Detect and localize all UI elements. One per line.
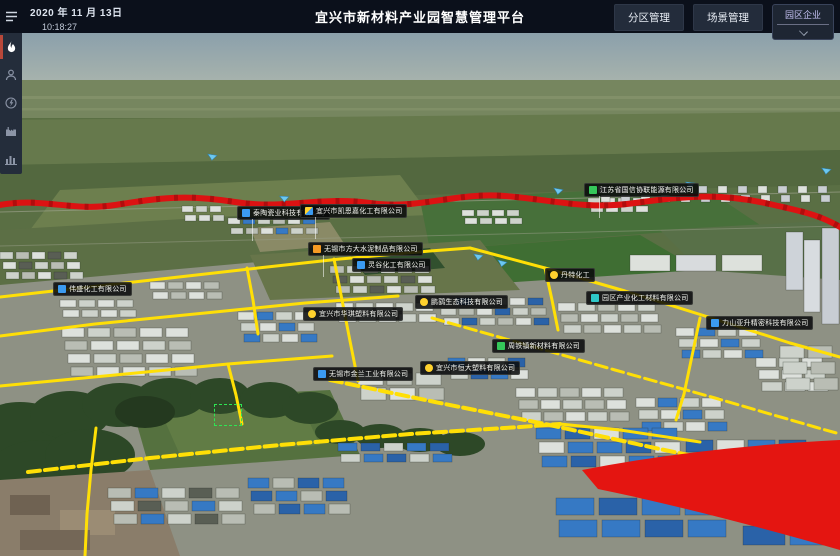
company-label-text: 宜兴市凯恩嘉化工有限公司 (316, 208, 402, 215)
person-icon (5, 69, 17, 81)
factory-marker-icon (711, 319, 719, 327)
current-date: 2020 年 11 月 13日 (30, 4, 123, 19)
hamburger-menu-button[interactable] (0, 0, 22, 33)
factory-marker-icon (497, 342, 505, 350)
selection-box (214, 404, 242, 426)
company-label[interactable]: 园区产业化工材料有限公司 (586, 291, 693, 305)
zone-management-button[interactable]: 分区管理 (614, 4, 684, 31)
company-label[interactable]: 灵谷化工有限公司 (352, 258, 431, 272)
current-time: 10:18:27 (42, 22, 123, 32)
flame-icon (6, 41, 17, 54)
enterprise-dropdown-label: 园区企业 (777, 8, 829, 25)
chevron-down-icon (799, 27, 808, 36)
factory-marker-icon (591, 294, 599, 302)
hamburger-menu-icon (5, 11, 18, 22)
header-actions: 分区管理 场景管理 园区企业 (614, 4, 834, 40)
company-label[interactable]: 宜兴市凯恩嘉化工有限公司 (300, 204, 407, 218)
factory-marker-icon (589, 186, 597, 194)
company-label-text: 伟盛化工有限公司 (69, 286, 127, 293)
company-label-text: 鹏鹞生态科技有限公司 (431, 299, 503, 306)
company-label[interactable]: 宜兴市恒大塑料有限公司 (420, 361, 520, 375)
factory-marker-icon (425, 364, 433, 372)
factory-marker-icon (242, 209, 250, 217)
company-label[interactable]: 鹏鹞生态科技有限公司 (415, 295, 508, 309)
company-label-text: 无锡市金兰工业有限公司 (329, 371, 408, 378)
company-label[interactable]: 宜兴市华琪塑料有限公司 (303, 307, 403, 321)
sidebar-item-fire[interactable] (0, 33, 22, 61)
company-label[interactable]: 周铁镇新材料有限公司 (492, 339, 585, 353)
company-label[interactable]: 伟盛化工有限公司 (53, 282, 132, 296)
bar-chart-icon (5, 153, 17, 165)
enterprise-dropdown[interactable]: 园区企业 (772, 4, 834, 40)
scene-management-button[interactable]: 场景管理 (693, 4, 763, 31)
company-label[interactable]: 江苏省国信协联能源有限公司 (584, 183, 699, 197)
company-label[interactable]: 力山亚升精密科技有限公司 (706, 316, 813, 330)
app-window: 2020 年 11 月 13日 10:18:27 宜兴市新材料产业园智慧管理平台… (0, 0, 840, 556)
company-label-text: 无锡市方大水泥制品有限公司 (324, 246, 418, 253)
sidebar-item-factory[interactable] (0, 117, 22, 145)
company-label-text: 力山亚升精密科技有限公司 (722, 320, 808, 327)
sidebar-item-person[interactable] (0, 61, 22, 89)
datetime-block: 2020 年 11 月 13日 10:18:27 (30, 4, 123, 32)
factory-marker-icon (58, 285, 66, 293)
left-toolbar (0, 0, 22, 174)
company-label-text: 周铁镇新材料有限公司 (508, 343, 580, 350)
factory-marker-icon (550, 271, 558, 279)
company-label[interactable]: 无锡市金兰工业有限公司 (313, 367, 413, 381)
company-label-text: 江苏省国信协联能源有限公司 (600, 187, 694, 194)
company-label-text: 丹特化工 (561, 272, 590, 279)
company-label-text: 园区产业化工材料有限公司 (602, 295, 688, 302)
factory-marker-icon (313, 245, 321, 253)
factory-icon (5, 125, 17, 137)
factory-marker-icon (308, 310, 316, 318)
energy-icon (5, 97, 17, 109)
company-label-text: 宜兴市华琪塑料有限公司 (319, 311, 398, 318)
company-label-text: 灵谷化工有限公司 (368, 262, 426, 269)
company-label[interactable]: 无锡市方大水泥制品有限公司 (308, 242, 423, 256)
sidebar-item-energy[interactable] (0, 89, 22, 117)
map-3d-view[interactable] (0, 0, 840, 556)
company-label[interactable]: 丹特化工 (545, 268, 595, 282)
factory-marker-icon (305, 207, 313, 215)
sidebar-item-stats[interactable] (0, 145, 22, 173)
company-label-text: 宜兴市恒大塑料有限公司 (436, 365, 515, 372)
factory-marker-icon (357, 261, 365, 269)
factory-marker-icon (420, 298, 428, 306)
factory-marker-icon (318, 370, 326, 378)
